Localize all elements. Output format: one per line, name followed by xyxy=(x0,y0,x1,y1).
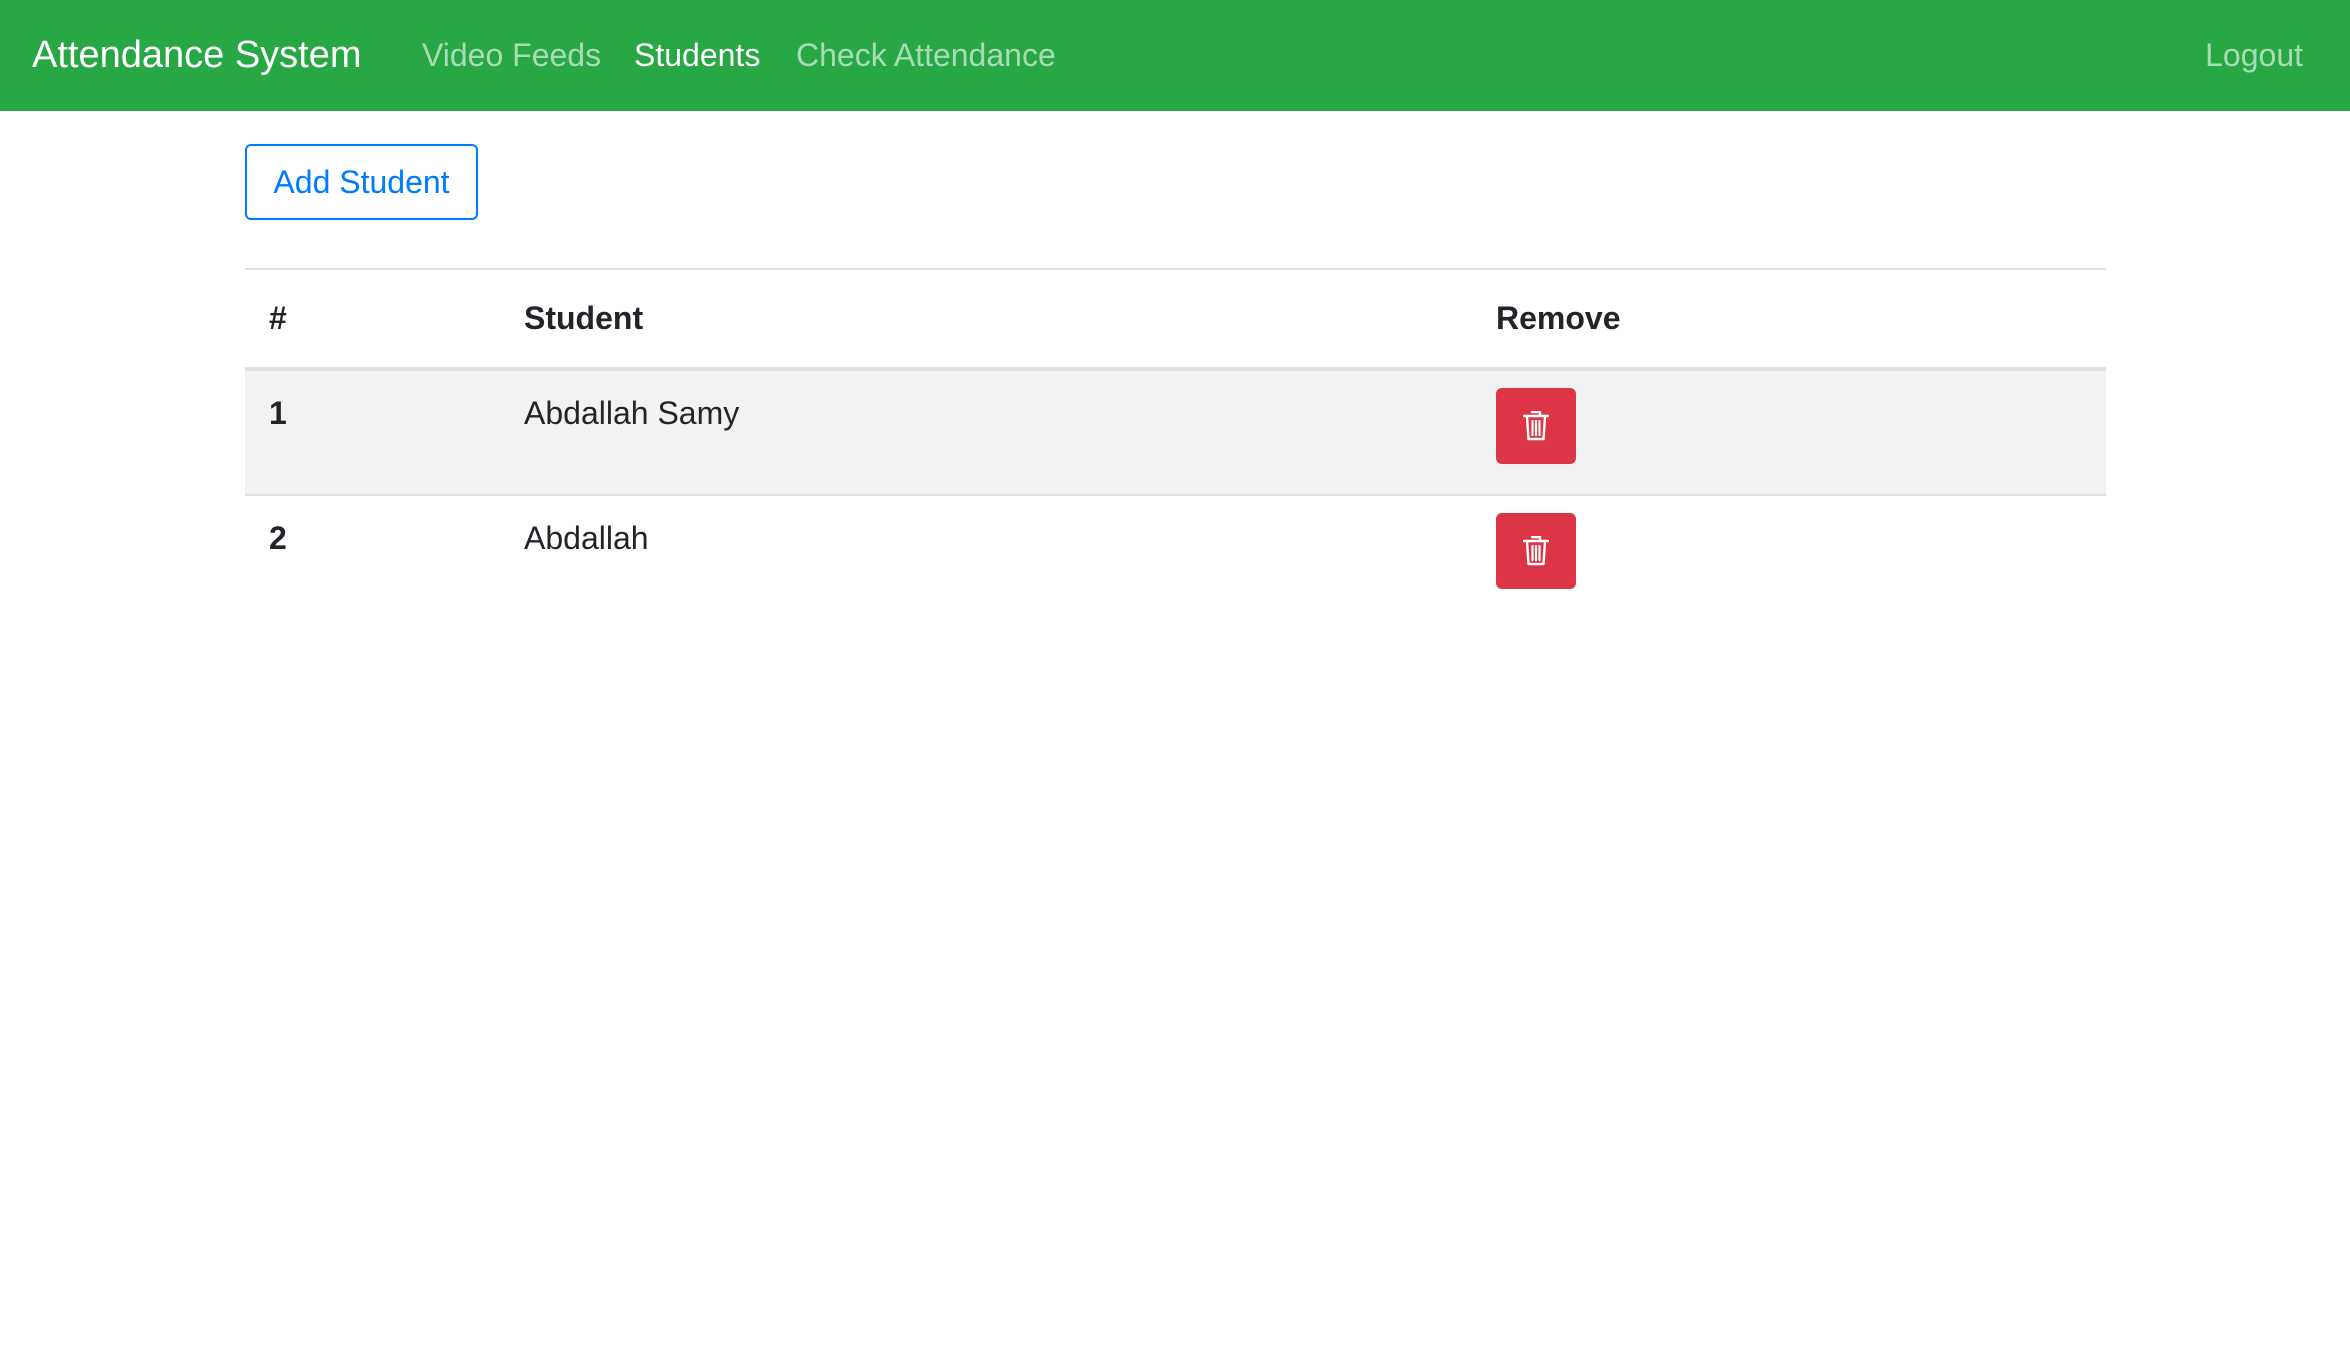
remove-student-button[interactable] xyxy=(1496,513,1576,589)
logout-link[interactable]: Logout xyxy=(2205,0,2303,111)
row-number: 2 xyxy=(269,520,287,556)
students-table: # Student Remove 1 Abdallah Samy 2 Abdal… xyxy=(245,268,2106,621)
nav-video-feeds[interactable]: Video Feeds xyxy=(422,0,601,111)
table-row: 1 Abdallah Samy xyxy=(245,369,2106,495)
header-number: # xyxy=(269,300,287,336)
student-name: Abdallah Samy xyxy=(524,395,740,431)
student-name: Abdallah xyxy=(524,520,649,556)
table-row: 2 Abdallah xyxy=(245,495,2106,621)
brand-link[interactable]: Attendance System xyxy=(32,0,362,111)
table-body: 1 Abdallah Samy 2 Abdallah xyxy=(245,369,2106,621)
add-student-button[interactable]: Add Student xyxy=(245,144,478,220)
trash-icon xyxy=(1523,411,1549,441)
navbar: Attendance System Video Feeds Students C… xyxy=(0,0,2350,111)
header-remove: Remove xyxy=(1496,300,1621,336)
remove-cell xyxy=(1472,495,2106,621)
nav-check-attendance[interactable]: Check Attendance xyxy=(796,0,1056,111)
remove-student-button[interactable] xyxy=(1496,388,1576,464)
trash-icon xyxy=(1523,536,1549,566)
row-number: 1 xyxy=(269,395,287,431)
header-student: Student xyxy=(524,300,644,336)
remove-cell xyxy=(1472,369,2106,495)
nav-students[interactable]: Students xyxy=(634,0,760,111)
table-header: # Student Remove xyxy=(245,269,2106,369)
table-header-row: # Student Remove xyxy=(245,269,2106,369)
